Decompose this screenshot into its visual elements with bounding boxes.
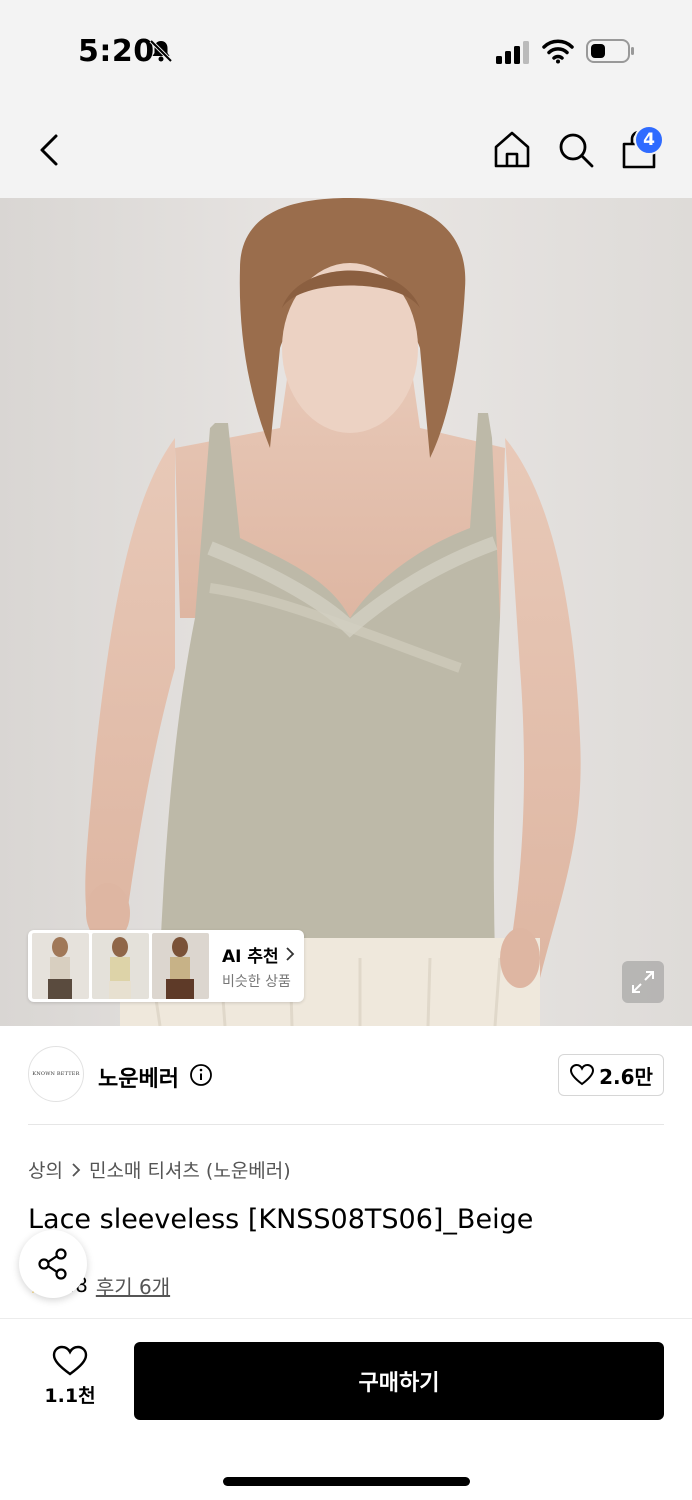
product-title: Lace sleeveless [KNSS08TS06]_Beige bbox=[28, 1204, 534, 1235]
home-indicator[interactable] bbox=[223, 1477, 470, 1486]
review-count-link[interactable]: 후기 6개 bbox=[96, 1271, 170, 1300]
status-time: 5:20 bbox=[78, 34, 155, 69]
brand-name[interactable]: 노운베러 bbox=[98, 1061, 179, 1093]
home-icon[interactable] bbox=[490, 128, 534, 172]
ai-recommend-text: AI 추천 비슷한 상품 bbox=[222, 942, 295, 991]
brand-logo[interactable]: KNOWN BETTER bbox=[28, 1046, 84, 1102]
chevron-right-icon bbox=[72, 1162, 81, 1177]
ai-thumbnail-2[interactable] bbox=[92, 933, 149, 999]
brand-row: KNOWN BETTER 노운베러 2.6만 bbox=[28, 1046, 664, 1104]
product-image[interactable] bbox=[0, 198, 692, 1026]
bottom-action-bar: 1.1천 구매하기 bbox=[0, 1318, 692, 1500]
info-icon[interactable] bbox=[189, 1063, 213, 1087]
ai-recommend-title: AI 추천 bbox=[222, 946, 279, 967]
share-button[interactable] bbox=[19, 1230, 87, 1298]
ai-thumbnail-3[interactable] bbox=[152, 933, 209, 999]
ai-recommend-card[interactable]: AI 추천 비슷한 상품 bbox=[28, 930, 304, 1002]
divider bbox=[28, 1124, 664, 1125]
status-bar: 5:20 bbox=[0, 0, 692, 100]
back-arrow-icon[interactable] bbox=[30, 128, 70, 172]
product-photo bbox=[0, 198, 692, 1026]
breadcrumb-subcategory[interactable]: 민소매 티셔츠 (노운베러) bbox=[89, 1156, 291, 1183]
battery-icon bbox=[586, 39, 634, 63]
heart-icon bbox=[570, 1063, 595, 1086]
brand-like-button[interactable]: 2.6만 bbox=[558, 1054, 664, 1096]
search-icon[interactable] bbox=[554, 128, 598, 172]
cellular-signal-icon bbox=[496, 41, 529, 64]
top-nav-bar bbox=[0, 100, 692, 198]
expand-image-button[interactable] bbox=[622, 961, 664, 1003]
buy-button[interactable]: 구매하기 bbox=[134, 1342, 664, 1420]
breadcrumb: 상의 민소매 티셔츠 (노운베러) bbox=[28, 1156, 291, 1183]
brand-like-count: 2.6만 bbox=[599, 1064, 653, 1089]
heart-icon bbox=[52, 1345, 88, 1376]
expand-icon bbox=[632, 971, 654, 993]
wishlist-button[interactable]: 1.1천 bbox=[30, 1345, 110, 1417]
wishlist-count: 1.1천 bbox=[44, 1385, 96, 1407]
ai-thumbnail-1[interactable] bbox=[32, 933, 89, 999]
breadcrumb-category[interactable]: 상의 bbox=[28, 1156, 63, 1183]
chevron-right-icon bbox=[286, 947, 294, 961]
cart-count-badge: 4 bbox=[634, 125, 664, 155]
ai-recommend-subtitle: 비슷한 상품 bbox=[222, 973, 291, 990]
wifi-icon bbox=[542, 39, 574, 64]
bell-muted-icon bbox=[149, 39, 173, 63]
share-icon bbox=[38, 1248, 67, 1280]
